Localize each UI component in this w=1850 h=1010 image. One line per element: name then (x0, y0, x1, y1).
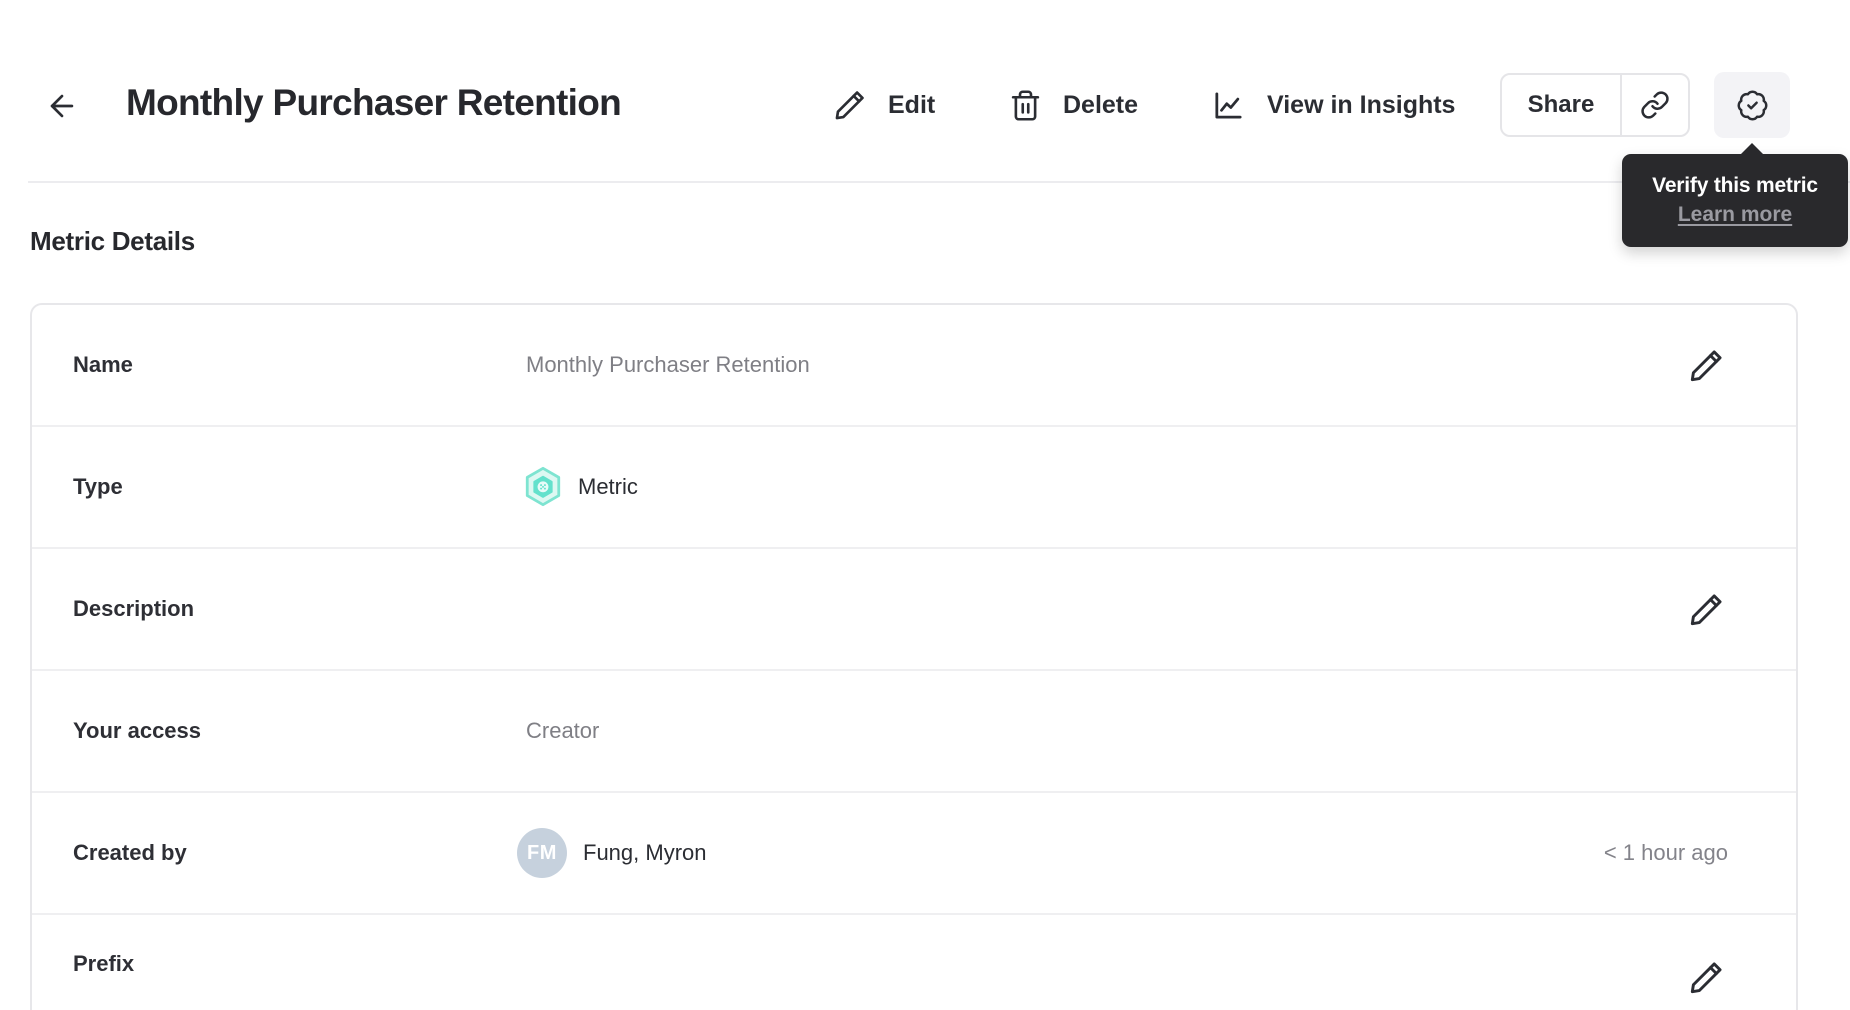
row-value: Creator (526, 718, 600, 743)
avatar: FM (517, 828, 567, 878)
badge-check-icon (1736, 89, 1769, 122)
row-label: Name (73, 352, 133, 377)
edit-prefix-button[interactable] (1678, 949, 1734, 1005)
share-button[interactable]: Share (1500, 73, 1622, 137)
edit-button-label: Edit (888, 90, 936, 119)
line-chart-icon (1211, 88, 1246, 123)
trash-icon (1009, 89, 1042, 122)
detail-row-created-by: Created by FM Fung, Myron < 1 hour ago (32, 793, 1796, 915)
back-button[interactable] (42, 86, 82, 126)
pencil-icon (1688, 959, 1725, 996)
edit-button[interactable]: Edit (833, 83, 935, 127)
verify-metric-button[interactable] (1714, 72, 1790, 138)
view-in-insights-button[interactable]: View in Insights (1211, 83, 1455, 127)
created-time: < 1 hour ago (1603, 840, 1728, 865)
arrow-left-icon (45, 89, 79, 123)
row-value: Metric (525, 466, 638, 507)
detail-row-name: Name Monthly Purchaser Retention (32, 305, 1796, 427)
type-value-label: Metric (578, 474, 638, 499)
delete-button-label: Delete (1063, 90, 1139, 119)
pencil-icon (1688, 591, 1725, 628)
detail-row-your-access: Your access Creator (32, 671, 1796, 793)
metric-details-page: Monthly Purchaser Retention Edit Delete … (0, 0, 1850, 1010)
metric-details-card: Name Monthly Purchaser Retention Type Me… (30, 303, 1798, 1010)
section-heading: Metric Details (30, 226, 195, 256)
pencil-icon (1688, 347, 1725, 384)
created-by-name: Fung, Myron (583, 840, 707, 865)
edit-name-button[interactable] (1678, 337, 1734, 393)
row-label: Prefix (73, 951, 135, 976)
link-icon (1640, 90, 1670, 120)
detail-row-description: Description (32, 549, 1796, 671)
detail-row-type: Type Metric (32, 427, 1796, 549)
delete-button[interactable]: Delete (1009, 83, 1138, 127)
pencil-icon (833, 88, 867, 122)
row-value: Monthly Purchaser Retention (526, 352, 810, 377)
learn-more-link[interactable]: Learn more (1678, 203, 1792, 227)
verify-tooltip-title: Verify this metric (1652, 174, 1818, 197)
detail-row-prefix: Prefix (32, 915, 1796, 1010)
row-label: Description (73, 596, 195, 621)
row-value: FM Fung, Myron (517, 828, 707, 878)
edit-description-button[interactable] (1678, 581, 1734, 637)
page-title: Monthly Purchaser Retention (126, 82, 622, 123)
copy-link-button[interactable] (1620, 73, 1690, 137)
metric-hexagon-icon (522, 465, 564, 509)
header-divider (28, 181, 1850, 183)
row-label: Your access (73, 718, 202, 743)
row-label: Type (73, 474, 123, 499)
view-in-insights-label: View in Insights (1267, 90, 1456, 119)
verify-tooltip: Verify this metric Learn more (1622, 143, 1848, 247)
row-label: Created by (73, 840, 187, 865)
